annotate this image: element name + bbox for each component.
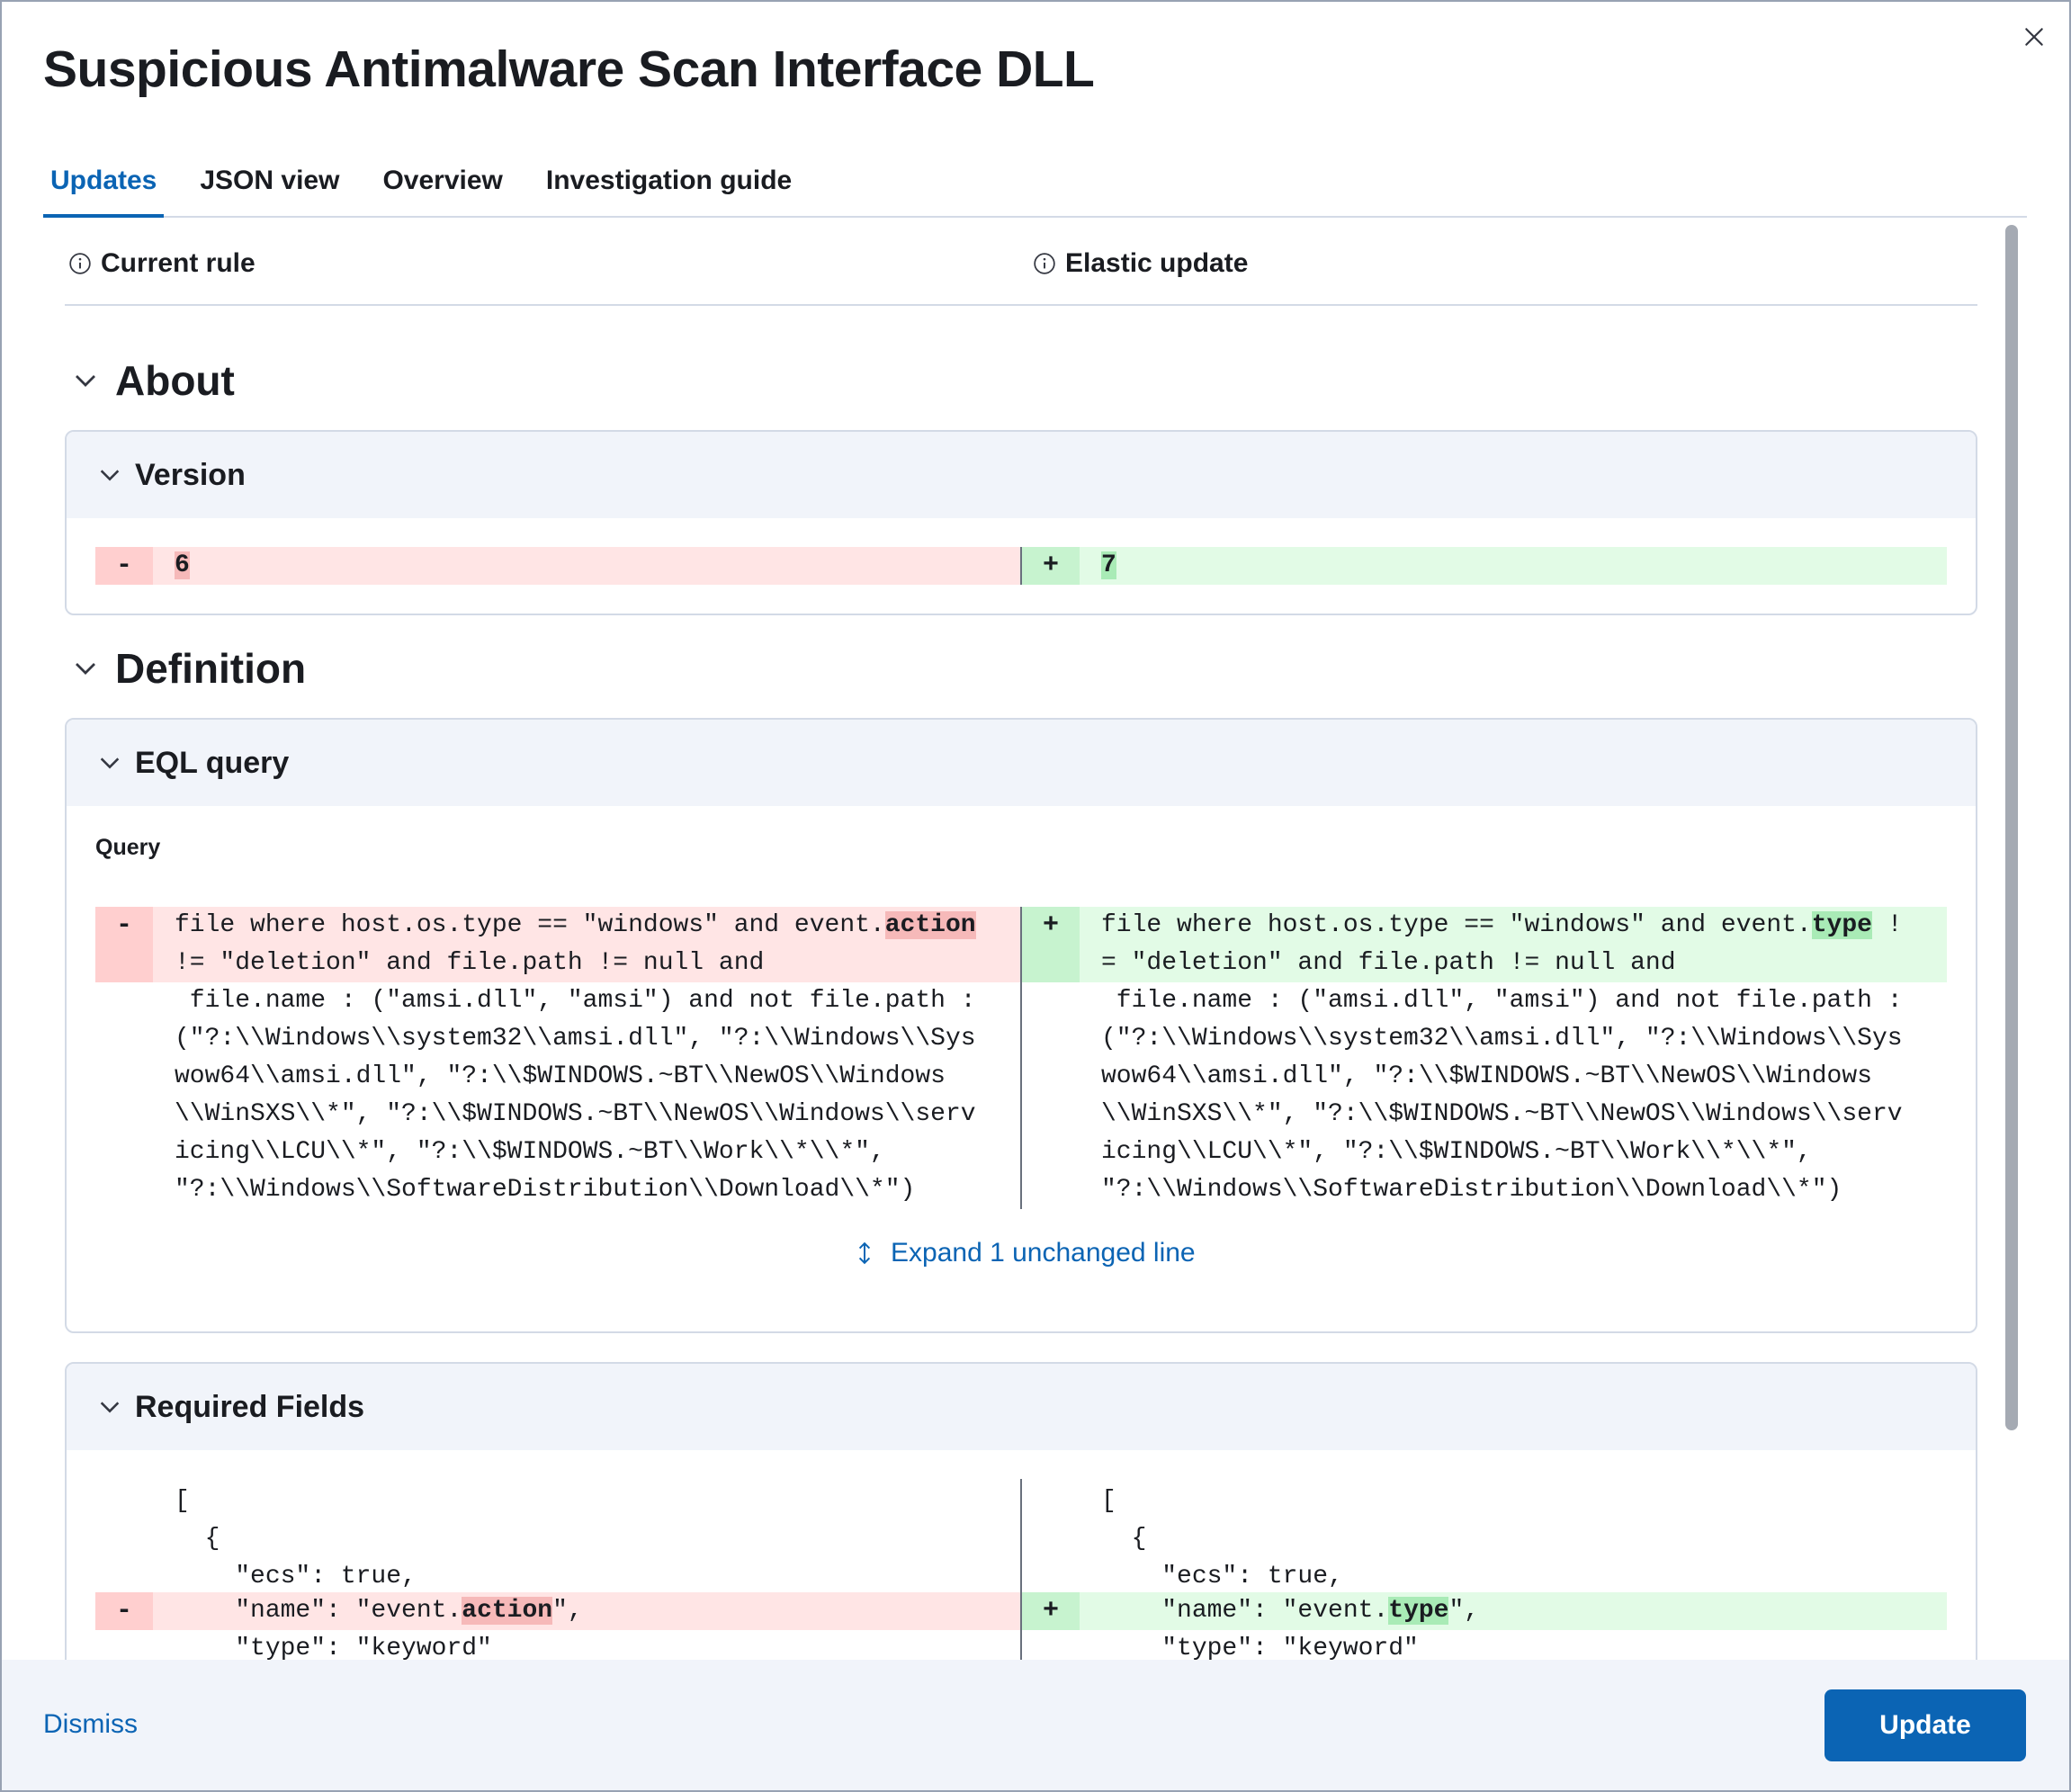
query-new-line-2: = "deletion" and file.path != null and [1101,949,1676,977]
query-old-line: "?:\\Windows\\SoftwareDistribution\\Down… [175,1176,916,1204]
section-definition-title: Definition [115,645,307,692]
chevron-down-icon [76,663,95,675]
flyout-title: Suspicious Antimalware Scan Interface DL… [43,40,1095,98]
query-old-line: icing\\LCU\\*", "?:\\$WINDOWS.~BT\\Work\… [175,1138,885,1166]
version-panel: Version [65,430,1977,615]
version-old-line [95,547,1020,585]
diff-divider [1020,1479,1022,1668]
version-old-text: 6 [175,551,190,579]
version-new-value: 7 [1101,547,1116,585]
tab-updates[interactable]: Updates [43,160,165,218]
section-about-toggle[interactable]: About [72,356,235,405]
rf-new-line: { [1101,1525,1147,1553]
rf-old-line: [ [175,1487,190,1515]
tab-investigation-guide[interactable]: Investigation guide [539,160,799,216]
info-icon [69,253,91,274]
current-rule-header: Current rule [68,248,256,279]
query-old-line: file.name : ("amsi.dll", "amsi") and not… [175,987,976,1015]
rf-old-name-post: ", [552,1597,583,1625]
close-button[interactable] [2017,20,2051,54]
elastic-update-label: Elastic update [1065,248,1249,278]
update-button[interactable]: Update [1824,1689,2026,1761]
section-about-title: About [115,357,235,404]
rf-old-line: "ecs": true, [175,1563,417,1590]
version-new-line [1022,547,1947,585]
rf-new-name-line: "name": "event.type", [1101,1592,1479,1630]
query-old-line-1: file where host.os.type == "windows" and… [175,907,976,945]
scrollbar-thumb[interactable] [2005,225,2018,1430]
tab-overview[interactable]: Overview [375,160,509,216]
rf-new-highlight: type [1388,1597,1449,1625]
plus-marker: + [1022,1592,1080,1630]
query-new-line: \\WinSXS\\*", "?:\\$WINDOWS.~BT\\NewOS\\… [1101,1100,1903,1128]
rf-old-line: { [175,1525,220,1553]
query-new-line-1: file where host.os.type == "windows" and… [1101,907,1903,945]
chevron-down-icon [100,1402,120,1413]
rf-new-name-post: ", [1448,1597,1480,1625]
chevron-down-icon [100,757,120,769]
version-new-text: 7 [1101,551,1116,579]
query-new-line: file.name : ("amsi.dll", "amsi") and not… [1101,987,1903,1015]
expand-unchanged-label: Expand 1 unchanged line [891,1238,1196,1268]
chevron-down-icon [100,470,120,481]
eql-query-panel-header[interactable]: EQL query [67,720,1976,806]
plus-marker: + [1022,907,1080,982]
rf-new-line: "ecs": true, [1101,1563,1343,1590]
section-definition-toggle[interactable]: Definition [72,644,306,693]
dismiss-button[interactable]: Dismiss [43,1709,138,1740]
query-new-line-1-text: file where host.os.type == "windows" and… [1101,911,1812,939]
tab-bar: Updates JSON view Overview Investigation… [43,160,2027,218]
query-new-line: icing\\LCU\\*", "?:\\$WINDOWS.~BT\\Work\… [1101,1138,1812,1166]
close-icon [2025,28,2043,46]
query-new-highlight: type [1811,911,1872,939]
plus-marker: + [1022,547,1080,585]
current-rule-label: Current rule [101,248,256,278]
rf-new-line: [ [1101,1487,1116,1515]
query-old-line-2: != "deletion" and file.path != null and [175,949,765,977]
version-panel-title: Version [135,457,246,492]
query-old-highlight: action [884,911,976,939]
query-old-line: wow64\\amsi.dll", "?:\\$WINDOWS.~BT\\New… [175,1062,946,1090]
query-old-line: \\WinSXS\\*", "?:\\$WINDOWS.~BT\\NewOS\\… [175,1100,976,1128]
query-new-line: ("?:\\Windows\\system32\\amsi.dll", "?:\… [1101,1025,1903,1053]
query-old-line-1-text: file where host.os.type == "windows" and… [175,911,885,939]
version-old-value: 6 [175,547,190,585]
query-new-line: wow64\\amsi.dll", "?:\\$WINDOWS.~BT\\New… [1101,1062,1872,1090]
query-new-line-1-tail: ! [1871,911,1903,939]
chevron-down-icon [76,375,95,387]
header-divider [65,304,1977,306]
required-fields-panel-header[interactable]: Required Fields [67,1364,1976,1450]
query-new-line: "?:\\Windows\\SoftwareDistribution\\Down… [1101,1176,1842,1204]
minus-marker: - [95,1592,153,1630]
rf-old-highlight: action [462,1597,553,1625]
rf-new-name-pre: "name": "event. [1101,1597,1389,1625]
info-icon [1034,253,1055,274]
expand-vertical-icon [858,1241,871,1265]
required-fields-panel-title: Required Fields [135,1389,365,1424]
query-old-line: ("?:\\Windows\\system32\\amsi.dll", "?:\… [175,1025,976,1053]
minus-marker: - [95,907,153,982]
query-label: Query [95,835,161,860]
tab-json-view[interactable]: JSON view [193,160,346,216]
eql-query-panel-title: EQL query [135,745,290,780]
flyout-footer [2,1660,2069,1790]
rf-old-name-line: "name": "event.action", [175,1592,583,1630]
rf-old-name-pre: "name": "event. [175,1597,462,1625]
elastic-update-header: Elastic update [1033,248,1248,279]
minus-marker: - [95,547,153,585]
expand-unchanged-button[interactable]: Expand 1 unchanged line [853,1238,1196,1268]
version-panel-header[interactable]: Version [67,432,1976,518]
